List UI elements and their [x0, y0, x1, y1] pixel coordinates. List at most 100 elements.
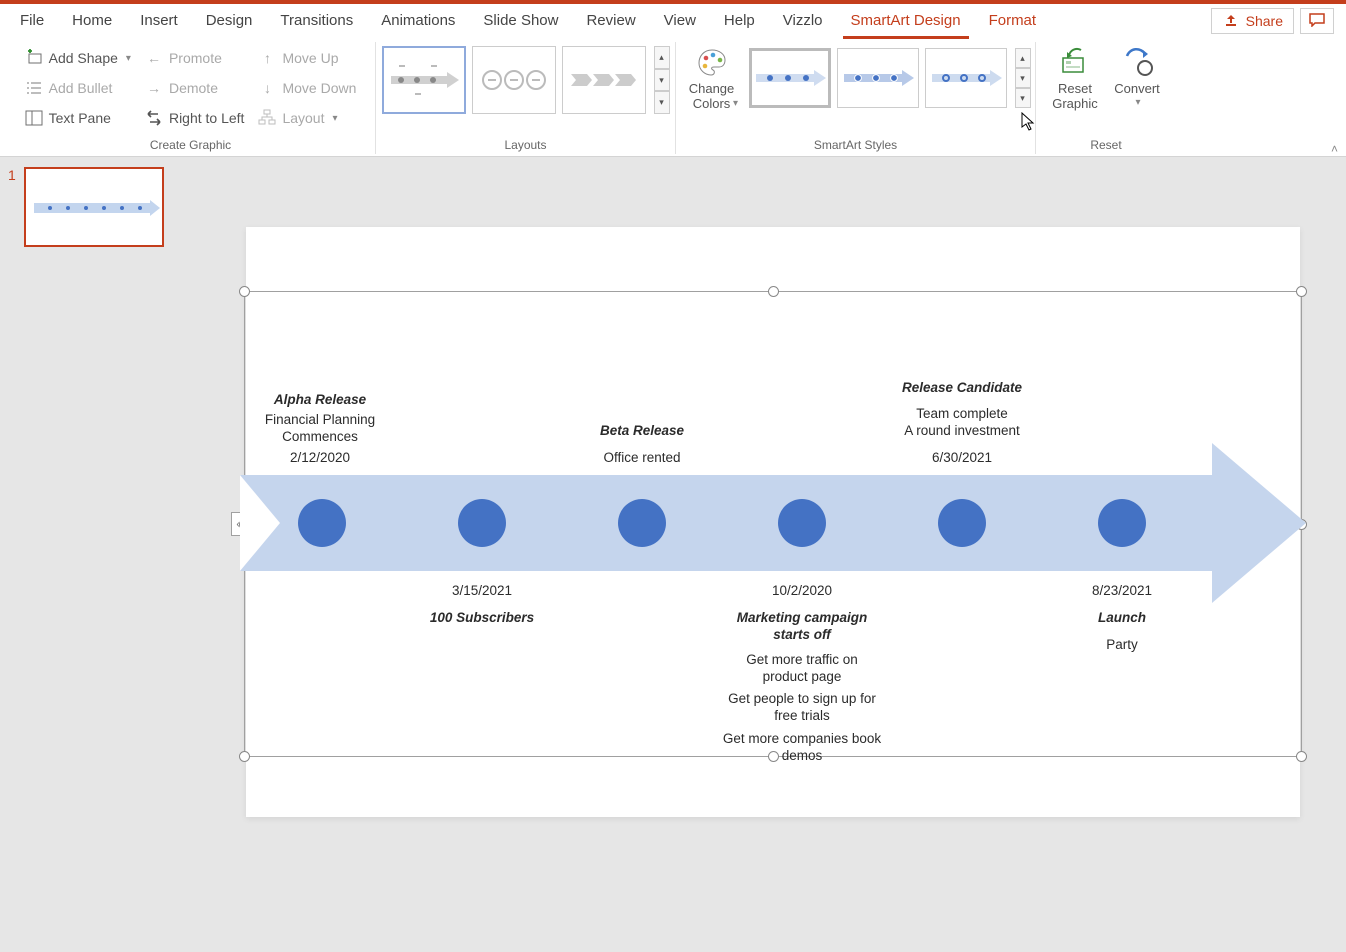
style-option-3[interactable] [925, 48, 1007, 108]
collapse-ribbon-button[interactable]: ˄ [1331, 142, 1338, 156]
tab-format[interactable]: Format [975, 4, 1051, 38]
reset-icon [1059, 46, 1091, 78]
reset-graphic-button[interactable]: Reset Graphic [1047, 42, 1103, 112]
timeline-date: 6/30/2021 [882, 450, 1042, 467]
move-up-icon: ↑ [258, 49, 276, 67]
chevron-down-icon: ▾ [333, 113, 338, 124]
layouts-scroll-more[interactable]: ▾ [654, 91, 670, 114]
tab-home[interactable]: Home [58, 4, 126, 38]
tab-design[interactable]: Design [192, 4, 267, 38]
tab-transitions[interactable]: Transitions [266, 4, 367, 38]
style-option-2[interactable] [837, 48, 919, 108]
move-down-button[interactable]: ↓ Move Down [254, 76, 360, 100]
text-pane-label: Text Pane [49, 110, 111, 126]
resize-handle[interactable] [1296, 751, 1307, 762]
timeline-title: Beta Release [562, 423, 722, 440]
move-up-button[interactable]: ↑ Move Up [254, 46, 360, 70]
resize-handle[interactable] [239, 751, 250, 762]
tab-vizzlo[interactable]: Vizzlo [769, 4, 837, 38]
timeline-node-2[interactable] [458, 499, 506, 547]
tab-slideshow[interactable]: Slide Show [469, 4, 572, 38]
chevron-down-icon: ▾ [126, 53, 131, 64]
timeline-text-3[interactable]: Beta Release Office rented [562, 423, 722, 467]
tab-animations[interactable]: Animations [367, 4, 469, 38]
timeline-line: Office rented [562, 450, 722, 467]
style-option-1[interactable] [749, 48, 831, 108]
demote-label: Demote [169, 80, 218, 96]
layout-button[interactable]: Layout ▾ [254, 106, 360, 130]
share-icon [1222, 12, 1240, 30]
timeline-line: Get more traffic on product page [722, 652, 882, 686]
tab-insert[interactable]: Insert [126, 4, 192, 38]
comments-button[interactable] [1300, 8, 1334, 34]
slide-thumb-number: 1 [8, 167, 16, 183]
timeline-text-2[interactable]: 3/15/2021 100 Subscribers [402, 579, 562, 631]
change-colors-label: Change Colors [689, 82, 735, 112]
timeline-node-5[interactable] [938, 499, 986, 547]
tab-view[interactable]: View [650, 4, 710, 38]
add-bullet-label: Add Bullet [49, 80, 113, 96]
group-layouts: ▴ ▾ ▾ Layouts [376, 42, 676, 154]
convert-button[interactable]: Convert ▾ [1109, 42, 1165, 108]
timeline-smartart[interactable]: Alpha Release Financial Planning Commenc… [240, 475, 1306, 571]
timeline-line: A round investment [882, 423, 1042, 440]
timeline-node-6[interactable] [1098, 499, 1146, 547]
promote-button[interactable]: ← Promote [141, 46, 249, 70]
slide-1[interactable]: ‹ Alpha Rel [246, 227, 1300, 817]
group-label-styles: SmartArt Styles [814, 136, 897, 154]
timeline-node-1[interactable] [298, 499, 346, 547]
convert-label: Convert [1114, 82, 1160, 97]
tab-file[interactable]: File [6, 4, 58, 38]
styles-scroll-up[interactable]: ▴ [1015, 48, 1031, 68]
chevron-down-icon: ▾ [733, 98, 738, 110]
tab-review[interactable]: Review [572, 4, 649, 38]
slide-thumbnail-1[interactable] [24, 167, 164, 247]
timeline-node-4[interactable] [778, 499, 826, 547]
group-label-reset: Reset [1090, 136, 1121, 154]
timeline-text-1[interactable]: Alpha Release Financial Planning Commenc… [240, 392, 400, 468]
timeline-arrow-head [1212, 443, 1306, 603]
timeline-title: Marketing campaign starts off [722, 610, 882, 644]
ribbon-body: Add Shape ▾ Add Bullet Text Pane [0, 38, 1346, 156]
add-bullet-button[interactable]: Add Bullet [21, 76, 135, 100]
timeline-node-3[interactable] [618, 499, 666, 547]
timeline-date: 10/2/2020 [722, 583, 882, 600]
tab-help[interactable]: Help [710, 4, 769, 38]
text-pane-button[interactable]: Text Pane [21, 106, 135, 130]
promote-label: Promote [169, 50, 222, 66]
timeline-line: Team complete [882, 406, 1042, 423]
right-to-left-button[interactable]: Right to Left [141, 106, 249, 130]
timeline-line: Get people to sign up for free trials [722, 691, 882, 725]
layout-option-2[interactable] [472, 46, 556, 114]
group-label-create-graphic: Create Graphic [150, 136, 231, 154]
timeline-text-6[interactable]: 8/23/2021 Launch Party [1042, 579, 1202, 654]
styles-scroll-down[interactable]: ▾ [1015, 68, 1031, 88]
tab-smartart-design[interactable]: SmartArt Design [837, 4, 975, 38]
timeline-arrow-body [240, 475, 1212, 571]
add-shape-button[interactable]: Add Shape ▾ [21, 46, 135, 70]
demote-button[interactable]: → Demote [141, 76, 249, 100]
resize-handle[interactable] [768, 286, 779, 297]
styles-scroll-more[interactable]: ▾ [1015, 88, 1031, 108]
timeline-line: Financial Planning [240, 412, 400, 429]
slide-canvas[interactable]: ‹ Alpha Rel [200, 157, 1346, 952]
timeline-title: 100 Subscribers [402, 610, 562, 627]
resize-handle[interactable] [239, 286, 250, 297]
group-label-layouts: Layouts [504, 136, 546, 154]
layout-option-1[interactable] [382, 46, 466, 114]
timeline-text-4[interactable]: 10/2/2020 Marketing campaign starts off … [722, 579, 882, 765]
layouts-scroll-up[interactable]: ▴ [654, 46, 670, 69]
convert-icon [1121, 46, 1153, 78]
group-create-graphic: Add Shape ▾ Add Bullet Text Pane [6, 42, 376, 154]
timeline-text-5[interactable]: Release Candidate Team complete A round … [882, 380, 1042, 468]
resize-handle[interactable] [1296, 286, 1307, 297]
layouts-scroll-down[interactable]: ▾ [654, 69, 670, 92]
share-button[interactable]: Share [1211, 8, 1294, 34]
change-colors-button[interactable]: Change Colors ▾ [681, 42, 743, 109]
palette-icon [696, 46, 728, 78]
add-shape-label: Add Shape [49, 50, 118, 66]
timeline-date: 3/15/2021 [402, 583, 562, 600]
timeline-title: Launch [1042, 610, 1202, 627]
layout-option-3[interactable] [562, 46, 646, 114]
rtl-icon [145, 109, 163, 127]
